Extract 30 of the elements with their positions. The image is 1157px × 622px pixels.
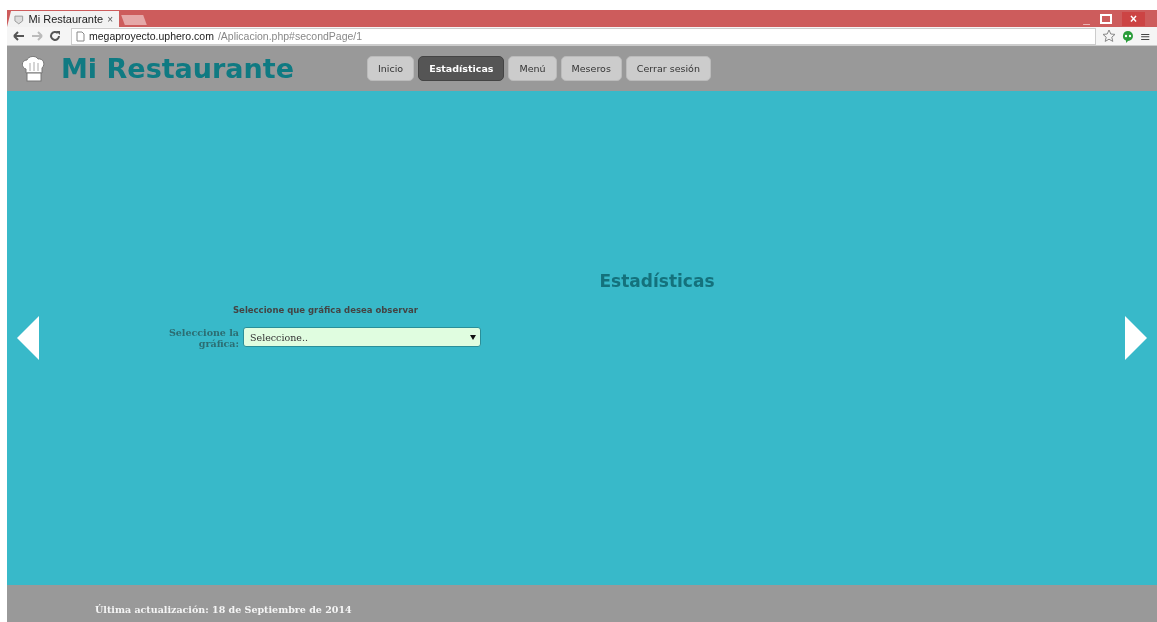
site-title: Mi Restaurante [61, 53, 295, 84]
address-field[interactable]: megaproyecto.uphero.com /Aplicacion.php#secondPage/1 [71, 27, 1097, 45]
dropdown-arrow-icon [470, 334, 476, 340]
previous-arrow-icon[interactable] [15, 314, 41, 362]
nav-button[interactable]: Meseros [560, 56, 622, 81]
nav-button[interactable]: Estadísticas [418, 56, 505, 81]
instruction-text: Seleccione que gráfica desea observar [232, 305, 419, 315]
page-icon [76, 30, 85, 42]
footer-text: Última actualización: 18 de Septiembre de 2014 [95, 603, 352, 615]
nav-button[interactable]: Inicio [367, 56, 415, 81]
chef-hat-icon [21, 54, 47, 83]
back-icon[interactable] [13, 31, 25, 41]
page-icon [13, 13, 25, 25]
next-arrow-icon[interactable] [1123, 314, 1149, 362]
close-icon[interactable]: × [107, 13, 113, 25]
new-tab-button[interactable] [121, 15, 147, 25]
nav-button[interactable]: Cerrar sesión [625, 56, 711, 81]
maximize-icon[interactable] [1100, 13, 1112, 24]
reload-icon[interactable] [49, 30, 61, 42]
star-icon[interactable] [1102, 29, 1117, 43]
menu-icon[interactable]: ≡ [1140, 29, 1151, 43]
browser-tab[interactable]: Mi Restaurante × [7, 11, 119, 27]
section-heading: Estadísticas [598, 271, 716, 291]
nav-button[interactable]: Menú [508, 56, 557, 81]
chat-bubble-icon[interactable] [1122, 29, 1135, 43]
minimize-button[interactable]: _ [1083, 11, 1090, 26]
chart-select[interactable]: Seleccione.. [243, 327, 481, 347]
forward-icon[interactable] [31, 31, 43, 41]
field-label: Seleccione la gráfica: [167, 327, 239, 349]
close-button[interactable]: × [1122, 11, 1145, 26]
